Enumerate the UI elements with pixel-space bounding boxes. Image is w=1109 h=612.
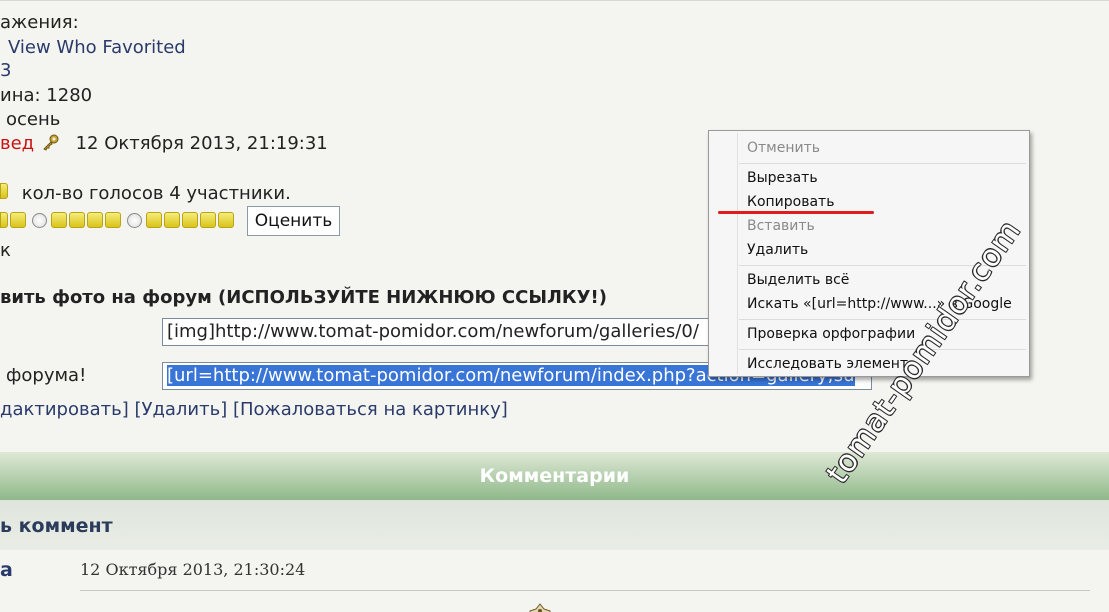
rating-options xyxy=(0,208,236,232)
emblem-icon xyxy=(528,600,552,612)
comment-divider xyxy=(80,590,1090,591)
rating-star-icon xyxy=(164,212,180,228)
rate-button[interactable]: Оценить xyxy=(247,206,340,236)
menu-item-inspect[interactable]: Исследовать элемент xyxy=(747,356,908,372)
menu-item-spellcheck[interactable]: Проверка орфографии xyxy=(747,326,915,342)
posted-date: 12 Октября 2013, 21:19:31 xyxy=(75,133,328,154)
image-actions[interactable]: дактировать] [Удалить] [Пожаловаться на … xyxy=(0,399,508,421)
season-label: осень xyxy=(6,109,61,130)
info-fragment-b: 3 xyxy=(0,60,12,81)
rating-star-icon xyxy=(146,212,162,228)
rating-star-icon xyxy=(87,212,103,228)
img-code-field[interactable]: [img]http://www.tomat-pomidor.com/newfor… xyxy=(162,318,722,346)
posted-info: вед 12 Октября 2013, 21:19:31 xyxy=(0,133,328,155)
menu-item-select-all[interactable]: Выделить всё xyxy=(747,272,849,288)
rating-star-icon xyxy=(10,212,26,228)
info-fragment-k: к xyxy=(0,240,11,261)
rating-star-icon xyxy=(218,212,234,228)
menu-separator xyxy=(739,163,1026,164)
img-code-value: [img]http://www.tomat-pomidor.com/newfor… xyxy=(167,321,699,342)
who-favorited-link[interactable]: View Who Favorited xyxy=(8,37,186,59)
rating-radio-5[interactable] xyxy=(127,212,142,228)
comment-date: 12 Октября 2013, 21:30:24 xyxy=(80,560,306,579)
rating-star-icon xyxy=(182,212,198,228)
context-menu-gutter xyxy=(737,133,738,374)
author-link[interactable]: вед xyxy=(0,133,34,154)
rating-star-icon xyxy=(0,183,8,199)
key-icon xyxy=(40,133,62,151)
add-comment-link[interactable]: ь коммент xyxy=(0,500,1109,550)
menu-item-cut[interactable]: Вырезать xyxy=(747,170,818,186)
rating-star-icon xyxy=(69,212,85,228)
votes-line: кол-во голосов 4 участники. xyxy=(0,183,291,205)
forum-label: форума! xyxy=(6,365,87,386)
comment-author[interactable]: а xyxy=(0,559,13,581)
rating-star-icon xyxy=(0,212,8,228)
rating-star-icon xyxy=(105,212,121,228)
rating-radio-4[interactable] xyxy=(32,212,47,228)
image-width-label: ина: 1280 xyxy=(0,85,93,106)
copy-highlight-underline xyxy=(718,211,874,214)
menu-separator xyxy=(739,319,1026,320)
embed-heading: вить фото на форум (ИСПОЛЬЗУЙТЕ НИЖНЮЮ С… xyxy=(0,287,607,308)
menu-item-paste[interactable]: Вставить xyxy=(747,218,815,234)
rating-star-icon xyxy=(200,212,216,228)
menu-separator xyxy=(739,349,1026,350)
rating-star-icon xyxy=(51,212,67,228)
menu-item-copy[interactable]: Копировать xyxy=(747,194,834,210)
views-label: ажения: xyxy=(0,12,79,33)
comments-header: Комментарии xyxy=(0,452,1109,500)
votes-count: кол-во голосов 4 участники. xyxy=(21,183,291,204)
menu-item-delete[interactable]: Удалить xyxy=(747,242,808,258)
menu-item-undo[interactable]: Отменить xyxy=(747,140,820,156)
